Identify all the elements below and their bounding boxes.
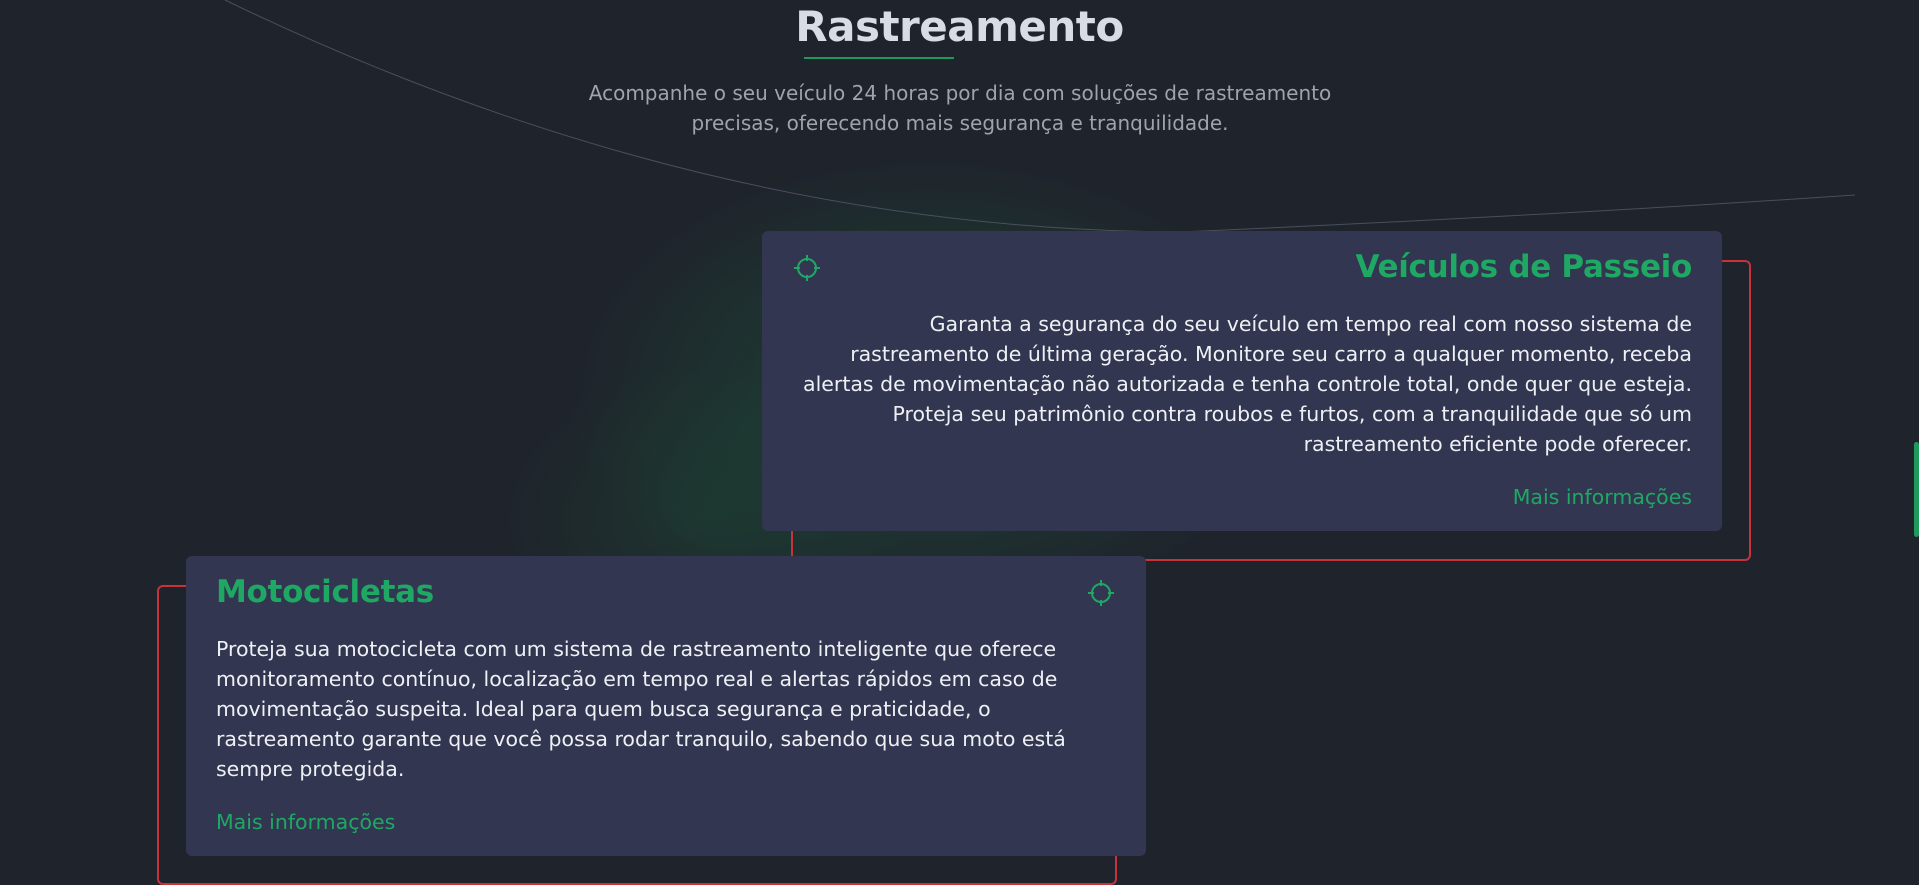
card-title: Veículos de Passeio (1355, 249, 1692, 285)
section-subtitle: Acompanhe o seu veículo 24 horas por dia… (588, 81, 1332, 135)
more-info-link[interactable]: Mais informações (1513, 485, 1692, 509)
card-motocicletas: Motocicletas Proteja sua motocicleta com… (186, 556, 1146, 856)
section-title: Rastreamento (795, 2, 1124, 51)
card-description: Garanta a segurança do seu veículo em te… (803, 312, 1692, 456)
card-title: Motocicletas (216, 574, 434, 610)
crosshair-icon (1088, 580, 1114, 606)
card-description: Proteja sua motocicleta com um sistema d… (216, 637, 1066, 781)
card-veiculos-de-passeio: Veículos de Passeio Garanta a segurança … (762, 231, 1722, 531)
title-underline (804, 57, 954, 59)
scrollbar-thumb[interactable] (1914, 442, 1919, 537)
crosshair-icon (794, 255, 820, 281)
more-info-link[interactable]: Mais informações (216, 810, 395, 834)
